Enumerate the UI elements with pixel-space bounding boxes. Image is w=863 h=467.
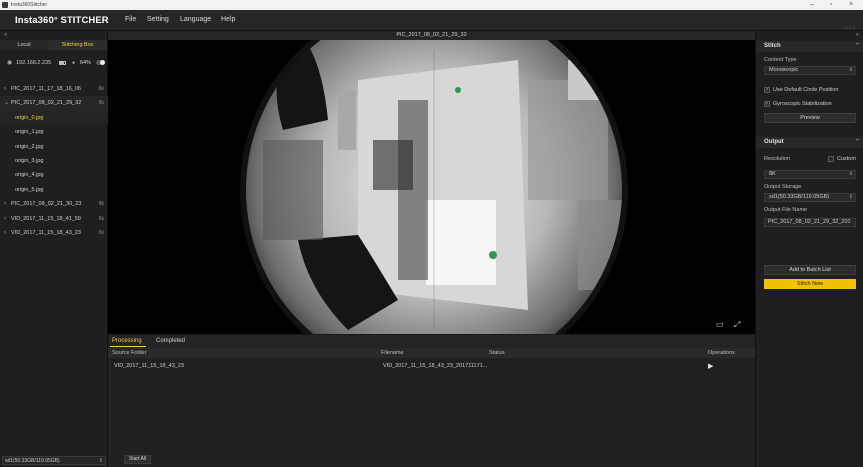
tree-file[interactable]: origin_3.jpg (0, 154, 108, 168)
add-to-batch-button[interactable]: Add to Batch List (764, 265, 856, 275)
content-type-label: Content Type (764, 57, 797, 63)
battery-percent: 64% (80, 60, 92, 66)
col-operations: Operations (708, 350, 735, 356)
select-arrow-icon: ⇕ (848, 171, 853, 177)
output-storage-label: Output Storage (764, 184, 802, 190)
menu-help[interactable]: Help (221, 16, 235, 23)
tree-file[interactable]: origin_1.jpg (0, 125, 108, 139)
chevron-right-icon[interactable]: › (4, 226, 6, 240)
battery-icon (59, 61, 66, 65)
select-arrow-icon: ⇕ (848, 67, 853, 73)
tree-folder[interactable]: › VID_2017_11_15_18_43_23 6k (0, 226, 108, 240)
minimize-icon[interactable]: – (807, 1, 817, 9)
device-status: ◉ 192.168.2.235 ● 64% (0, 58, 108, 68)
window-mode-icon[interactable]: ▭ (716, 321, 724, 329)
storage-select[interactable]: sd1(50.33GB/119.05GB) ⇕ (2, 456, 106, 465)
queue-tabs: Processing Completed (108, 335, 755, 348)
queue-panel: Processing Completed Source Folder Filen… (108, 335, 755, 467)
tree-file[interactable]: origin_5.jpg (0, 183, 108, 197)
preview-title-bar: PIC_2017_08_02_21_29_32 (108, 31, 755, 40)
maximize-icon[interactable]: ▫ (826, 1, 836, 9)
tree-folder-open[interactable]: ⌄ PIC_2017_08_02_21_29_32 8k (0, 96, 108, 111)
table-row[interactable]: VID_2017_11_15_18_43_23 VID_2017_11_15_1… (108, 361, 755, 372)
preview-button[interactable]: Preview (764, 113, 856, 123)
chevron-down-icon[interactable]: ⌄ (4, 96, 9, 110)
connection-toggle[interactable] (96, 60, 105, 65)
chevron-right-icon[interactable]: › (4, 212, 6, 226)
select-arrow-icon: ⇕ (98, 458, 103, 464)
select-arrow-icon: ⇕ (848, 194, 853, 200)
stitch-section-header[interactable]: Stitch ⌃ (756, 41, 863, 52)
output-filename-input[interactable]: PIC_2017_08_02_21_29_32_201 (764, 218, 856, 227)
stitch-now-button[interactable]: Stitch Now (764, 279, 856, 289)
menu-file[interactable]: File (125, 16, 136, 23)
app-icon (2, 2, 8, 8)
tree-file[interactable]: origin_2.jpg (0, 140, 108, 154)
chevron-right-icon[interactable]: › (4, 82, 6, 96)
device-ip: 192.168.2.235 (16, 60, 52, 66)
eye-icon[interactable]: ◉ (7, 59, 12, 66)
collapse-left-icon[interactable]: « (4, 32, 7, 38)
indicator-icon: ● (72, 60, 76, 66)
tree-file[interactable]: origin_4.jpg (0, 168, 108, 182)
fullscreen-icon[interactable]: ⤢ (734, 321, 740, 329)
menu-language[interactable]: Language (180, 16, 211, 23)
tree-folder[interactable]: › PIC_2017_08_02_21_30_23 8k (0, 197, 108, 211)
output-filename-label: Output File Name (764, 207, 808, 213)
tree-folder[interactable]: › VID_2017_11_15_18_41_59 6k (0, 212, 108, 226)
tab-local[interactable]: Local (0, 40, 48, 50)
os-title-bar: Insta360Stitcher – ▫ × (0, 0, 863, 10)
collapse-right-icon[interactable]: » (856, 32, 859, 38)
col-status: Status (489, 350, 505, 356)
source-tabs: Local Stitching Box (0, 40, 108, 50)
output-storage-select[interactable]: sd1(50.33GB/119.05GB) ⇕ (764, 193, 856, 202)
brand-logo: Insta360° STITCHER (15, 15, 109, 26)
file-tree: › PIC_2017_11_17_18_16_06 8k ⌄ PIC_2017_… (0, 82, 108, 240)
check-icon[interactable]: ✓ (764, 101, 770, 107)
right-panel: » Stitch ⌃ Content Type Monoscopic ⇕ ✓ U… (755, 31, 863, 467)
close-icon[interactable]: × (846, 1, 856, 9)
left-panel: « Local Stitching Box ◉ 192.168.2.235 ● … (0, 31, 108, 467)
resolution-select[interactable]: 8K ⇕ (764, 170, 856, 179)
app-header: Insta360° STITCHER File Setting Language… (0, 10, 863, 31)
content-type-select[interactable]: Monoscopic ⇕ (764, 66, 856, 75)
tab-completed[interactable]: Completed (156, 338, 185, 344)
fisheye-preview-image (108, 40, 755, 334)
resolution-label: Resolution (764, 156, 790, 162)
output-section-header[interactable]: Output ⌃ (756, 137, 863, 148)
window-title: Insta360Stitcher (11, 2, 48, 8)
queue-header: Source Folder Filename Status Operations (108, 348, 755, 358)
tab-stitching-box[interactable]: Stitching Box (48, 40, 107, 50)
chevron-up-icon[interactable]: ⌃ (855, 138, 860, 145)
col-source: Source Folder (112, 350, 147, 356)
tree-folder[interactable]: › PIC_2017_11_17_18_16_06 8k (0, 82, 108, 96)
start-all-button[interactable]: Start All (124, 455, 151, 464)
preview-viewport[interactable]: ▭ ⤢ (108, 40, 755, 334)
tree-file-selected[interactable]: origin_0.jpg (0, 110, 108, 126)
menu-setting[interactable]: Setting (147, 16, 169, 23)
chevron-right-icon[interactable]: › (4, 197, 6, 211)
play-icon[interactable]: ▶ (708, 362, 713, 370)
check-icon[interactable]: ✓ (764, 87, 770, 93)
version-label: v1.8.3 (844, 25, 855, 30)
chevron-up-icon[interactable]: ⌃ (855, 42, 860, 49)
tab-processing[interactable]: Processing (110, 338, 146, 347)
col-filename: Filename (381, 350, 404, 356)
preview-file-title: PIC_2017_08_02_21_29_32 (396, 32, 467, 38)
